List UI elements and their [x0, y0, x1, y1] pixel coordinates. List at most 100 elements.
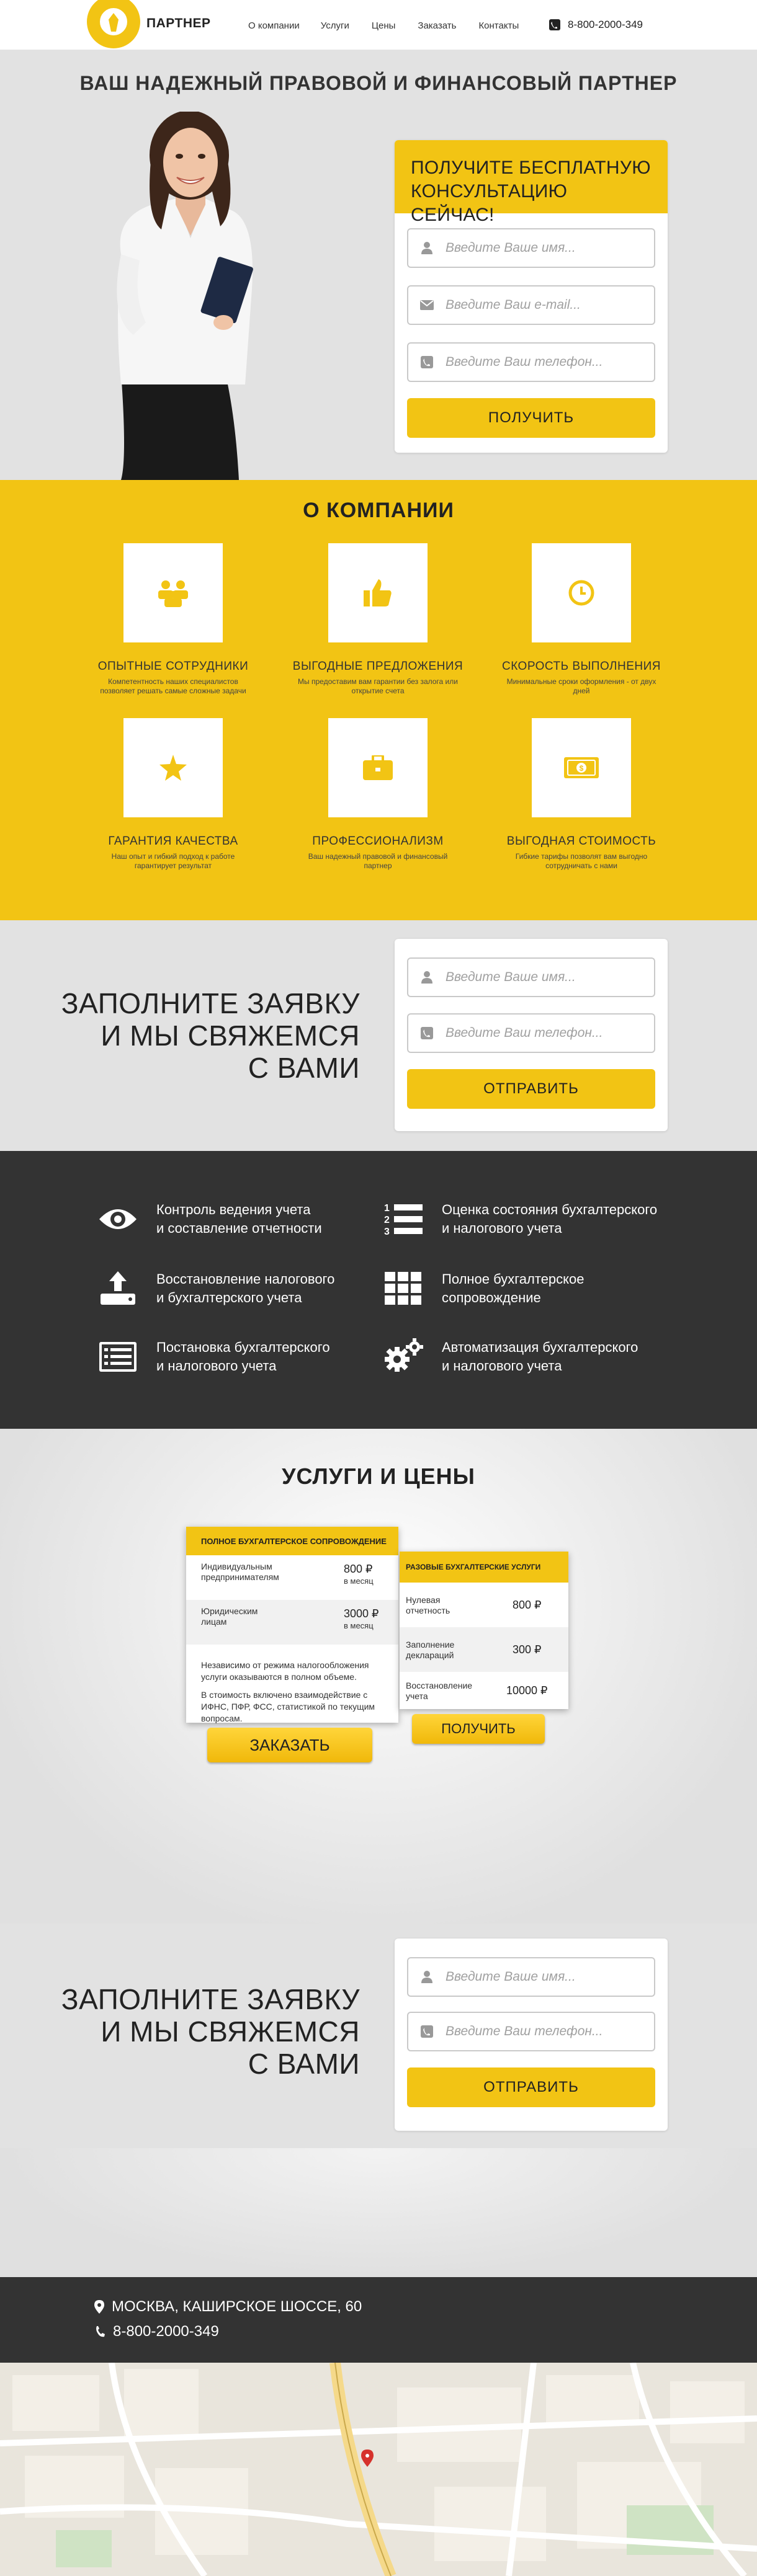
- logo-text[interactable]: ПАРТНЕР: [146, 16, 211, 31]
- price-row-name: Нулевая отчетность: [406, 1595, 450, 1615]
- section-spacer: [0, 2148, 757, 2277]
- hero-title: ВАШ НАДЕЖНЫЙ ПРАВОВОЙ И ФИНАНСОВЫЙ ПАРТН…: [79, 72, 678, 94]
- callback-heading: ЗАПОЛНИТЕ ЗАЯВКУ И МЫ СВЯЖЕМСЯ С ВАМИ: [61, 1983, 360, 2080]
- feature-desc: Минимальные сроки оформления - от двух д…: [506, 677, 656, 695]
- nav-about[interactable]: О компании: [248, 20, 300, 31]
- footer-address: МОСКВА, КАШИРСКОЕ ШОССЕ, 60: [94, 2298, 362, 2316]
- phone-icon: [408, 1027, 446, 1039]
- price-note: Независимо от режима налогообложения усл…: [201, 1660, 369, 1682]
- about-title: О КОМПАНИИ: [303, 499, 454, 522]
- feature-icon-box: [328, 718, 428, 817]
- price-row-name: Восстановление учета: [406, 1681, 473, 1701]
- svg-text:3: 3: [384, 1227, 390, 1237]
- hero-section: ВАШ НАДЕЖНЫЙ ПРАВОВОЙ И ФИНАНСОВЫЙ ПАРТН…: [0, 50, 757, 480]
- feature-desc: Наш опыт и гибкий подход к работе гарант…: [111, 852, 235, 870]
- svg-text:2: 2: [384, 1215, 390, 1225]
- logo-icon[interactable]: [87, 0, 140, 48]
- phone-input[interactable]: [446, 2024, 650, 2039]
- callback-heading-line1: ЗАПОЛНИТЕ ЗАЯВКУ: [61, 1983, 360, 2015]
- map-pin-icon: [94, 2300, 104, 2314]
- callback-heading-line3: С ВАМИ: [248, 2048, 360, 2080]
- price-value: 800 ₽: [344, 1563, 373, 1575]
- price-row: Восстановление учета 10000 ₽: [400, 1672, 568, 1709]
- user-icon: [408, 971, 446, 984]
- name-input[interactable]: [446, 970, 650, 985]
- email-field[interactable]: [407, 285, 655, 325]
- name-input[interactable]: [446, 241, 650, 255]
- name-field[interactable]: [407, 957, 655, 997]
- feature-icon-box: [123, 543, 223, 642]
- callback-form: ОТПРАВИТЬ: [395, 1939, 668, 2131]
- send-button[interactable]: ОТПРАВИТЬ: [407, 1069, 655, 1109]
- nav-contacts[interactable]: Контакты: [478, 20, 519, 31]
- service-item: Автоматизация бухгалтерского и налогового…: [380, 1338, 665, 1375]
- price-row-name: Индивидуальным предпринимателям: [201, 1561, 279, 1582]
- price-row: Заполнение деклараций 300 ₽: [400, 1627, 568, 1672]
- phone-field[interactable]: [407, 1013, 655, 1053]
- callback-heading: ЗАПОЛНИТЕ ЗАЯВКУ И МЫ СВЯЖЕМСЯ С ВАМИ: [61, 987, 360, 1084]
- service-text: Автоматизация бухгалтерского и налогового…: [442, 1339, 638, 1374]
- feature-desc: Мы предоставим вам гарантии без залога и…: [298, 677, 458, 695]
- price-value: 10000 ₽: [506, 1684, 548, 1697]
- header-phone-number: 8-800-2000-349: [568, 19, 643, 30]
- price-row-name: Заполнение деклараций: [406, 1640, 455, 1660]
- feature-desc: Компетентность наших специалистов позвол…: [100, 677, 246, 695]
- service-text: Оценка состояния бухгалтерского и налогов…: [442, 1202, 658, 1236]
- site-header: ПАРТНЕР О компании Услуги Цены Заказать …: [0, 0, 757, 50]
- service-text: Полное бухгалтерское сопровождение: [442, 1271, 585, 1305]
- callback-form: ОТПРАВИТЬ: [395, 939, 668, 1131]
- location-map[interactable]: [0, 2363, 757, 2576]
- service-item: Постановка бухгалтерского и налогового уч…: [94, 1338, 380, 1375]
- price-unit: в месяц: [344, 1576, 374, 1586]
- user-icon: [408, 242, 446, 254]
- service-item: Контроль ведения учета и составление отче…: [94, 1201, 380, 1238]
- order-button[interactable]: ЗАКАЗАТЬ: [207, 1728, 372, 1762]
- eye-icon: [94, 1207, 141, 1232]
- price-value: 300 ₽: [513, 1643, 542, 1656]
- header-phone[interactable]: 8-800-2000-349: [549, 19, 643, 31]
- phone-icon: [408, 356, 446, 368]
- prices-title: УСЛУГИ И ЦЕНЫ: [282, 1463, 475, 1489]
- get-consultation-button[interactable]: ПОЛУЧИТЬ: [407, 398, 655, 438]
- feature-title: ВЫГОДНАЯ СТОИМОСТЬ: [506, 835, 656, 848]
- service-item: Полное бухгалтерское сопровождение: [380, 1270, 665, 1307]
- send-button[interactable]: ОТПРАВИТЬ: [407, 2067, 655, 2107]
- form-title-line1: ПОЛУЧИТЕ БЕСПЛАТНУЮ: [411, 158, 651, 178]
- name-input[interactable]: [446, 1970, 650, 1984]
- phone-input[interactable]: [446, 1026, 650, 1041]
- phone-input[interactable]: [446, 355, 650, 370]
- site-footer: МОСКВА, КАШИРСКОЕ ШОССЕ, 60 8-800-2000-3…: [0, 2277, 757, 2363]
- money-icon: $: [564, 757, 599, 778]
- price-row: Юридическим лицам 3000 ₽ в месяц: [186, 1600, 398, 1645]
- consultation-form-title: ПОЛУЧИТЕ БЕСПЛАТНУЮ КОНСУЛЬТАЦИЮ СЕЙЧАС!: [395, 140, 668, 225]
- nav-services[interactable]: Услуги: [321, 20, 349, 31]
- service-item: 12 3 Оценка состояния бухгалтерского и нал…: [380, 1201, 665, 1238]
- feature-icon-box: [328, 543, 428, 642]
- email-input[interactable]: [446, 298, 650, 313]
- callback-heading-line2: И МЫ СВЯЖЕМСЯ: [101, 2015, 360, 2048]
- footer-phone[interactable]: 8-800-2000-349: [94, 2323, 219, 2340]
- prices-section: УСЛУГИ И ЦЕНЫ ПОЛНОЕ БУХГАЛТЕРСКОЕ СОПРО…: [0, 1429, 757, 1924]
- name-field[interactable]: [407, 1957, 655, 1997]
- map-canvas[interactable]: [0, 2363, 757, 2576]
- feature-card: $ ВЫГОДНАЯ СТОИМОСТЬ Гибкие тарифы позво…: [488, 718, 674, 871]
- feature-card: ПРОФЕССИОНАЛИЗМ Ваш надежный правовой и …: [285, 718, 471, 871]
- svg-text:1: 1: [384, 1203, 390, 1214]
- feature-icon-box: $: [532, 718, 631, 817]
- nav-prices[interactable]: Цены: [372, 20, 396, 31]
- feature-desc: Гибкие тарифы позволят вам выгодно сотру…: [515, 852, 648, 870]
- nav-order[interactable]: Заказать: [418, 20, 456, 31]
- price-value: 3000 ₽: [344, 1607, 379, 1620]
- feature-card: ГАРАНТИЯ КАЧЕСТВА Наш опыт и гибкий подх…: [80, 718, 266, 871]
- callback-section-bottom: ЗАПОЛНИТЕ ЗАЯВКУ И МЫ СВЯЖЕМСЯ С ВАМИ ОТ…: [0, 1924, 757, 2148]
- phone-field[interactable]: [407, 342, 655, 382]
- get-button[interactable]: ПОЛУЧИТЬ: [412, 1714, 545, 1744]
- feature-icon-box: [532, 543, 631, 642]
- clock-icon: [568, 580, 594, 606]
- feature-card: ВЫГОДНЫЕ ПРЕДЛОЖЕНИЯ Мы предоставим вам …: [285, 543, 471, 696]
- about-section: О КОМПАНИИ ОПЫТНЫЕ СОТРУДНИКИ Компетентн…: [0, 480, 757, 920]
- callback-heading-line3: С ВАМИ: [248, 1052, 360, 1084]
- name-field[interactable]: [407, 228, 655, 268]
- feature-title: ОПЫТНЫЕ СОТРУДНИКИ: [97, 660, 249, 673]
- phone-field[interactable]: [407, 2012, 655, 2051]
